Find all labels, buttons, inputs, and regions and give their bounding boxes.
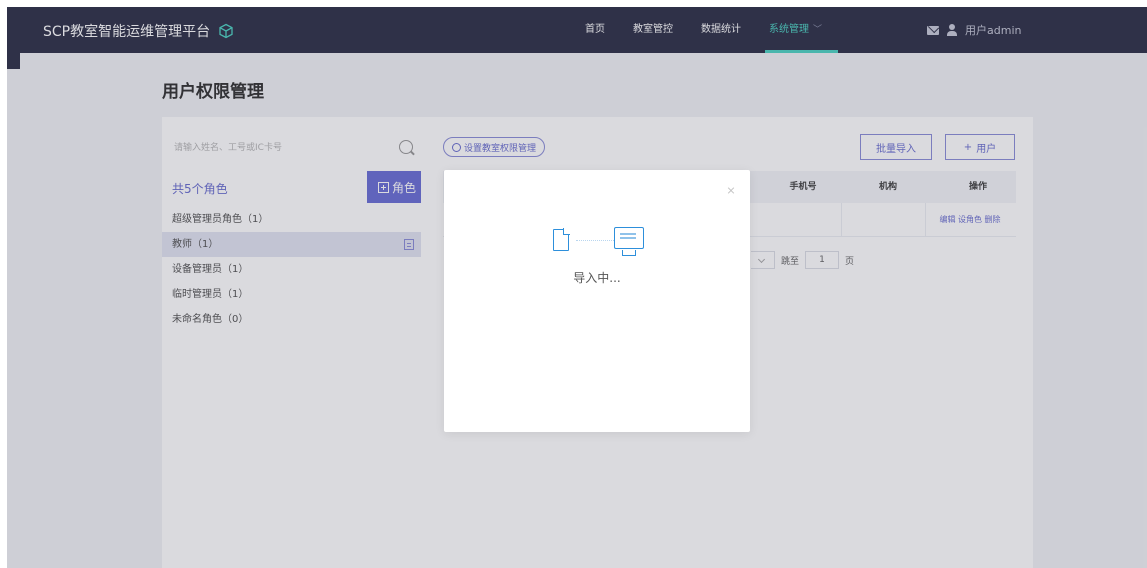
document-icon [553,228,570,251]
close-icon[interactable] [727,186,737,196]
monitor-icon [614,227,644,249]
monitor-stand [622,250,636,256]
import-status-text: 导入中... [573,271,621,285]
import-modal: 导入中... [444,170,750,432]
app-frame: SCP教室智能运维管理平台 首页 教室管控 数据统计 系统管理 ﹀ 用户admin… [7,7,1147,568]
transfer-dots [576,240,614,241]
